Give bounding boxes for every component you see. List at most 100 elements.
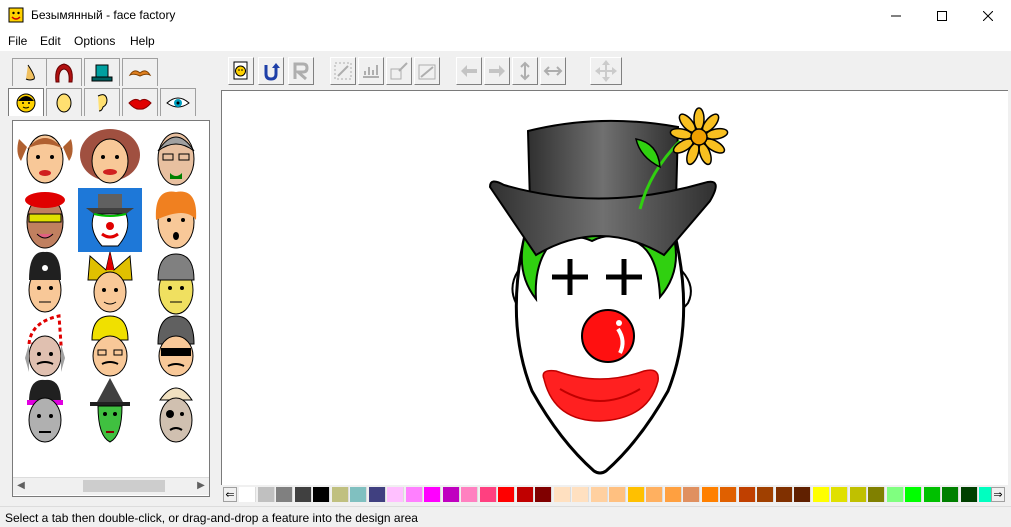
color-swatch[interactable] <box>923 487 941 502</box>
color-swatch[interactable] <box>831 487 848 502</box>
color-swatch[interactable] <box>424 487 441 502</box>
color-swatch[interactable] <box>331 487 349 502</box>
palette-scroll-left-icon[interactable]: ⇐ <box>223 487 237 502</box>
menu-options[interactable]: Options <box>74 34 115 48</box>
new-face-button[interactable] <box>228 57 254 85</box>
tab-moustache[interactable] <box>122 58 158 86</box>
color-swatch[interactable] <box>849 487 867 502</box>
face-curly-hair[interactable] <box>80 129 140 184</box>
color-swatch[interactable] <box>276 487 293 502</box>
color-swatch[interactable] <box>646 487 663 502</box>
flip-vertical-button[interactable] <box>512 57 538 85</box>
design-area[interactable] <box>221 90 1008 485</box>
face-grey-cap[interactable] <box>157 253 195 315</box>
flip-horizontal-button[interactable] <box>540 57 566 85</box>
close-button[interactable] <box>965 0 1011 31</box>
move-all-button[interactable] <box>590 57 622 85</box>
shrink-button[interactable] <box>386 57 412 85</box>
face-witch[interactable] <box>90 378 130 443</box>
color-swatch[interactable] <box>905 487 922 502</box>
color-swatch[interactable] <box>405 487 423 502</box>
tab-ear[interactable] <box>84 88 120 116</box>
redo-button[interactable] <box>288 57 314 85</box>
color-swatch[interactable] <box>239 487 256 502</box>
face-pigtails[interactable] <box>17 134 73 184</box>
minimize-button[interactable] <box>873 0 919 31</box>
status-bar: Select a tab then double-click, or drag-… <box>0 506 1011 527</box>
color-swatch[interactable] <box>350 487 367 502</box>
face-goggles[interactable] <box>157 315 195 377</box>
hat-icon <box>91 64 113 81</box>
face-red-beret-sunglasses[interactable] <box>25 192 65 249</box>
face-orange-hair[interactable] <box>155 191 197 249</box>
undo-icon <box>264 63 280 81</box>
scrollbar-thumb[interactable] <box>83 480 165 492</box>
color-swatch[interactable] <box>757 487 774 502</box>
color-swatch[interactable] <box>257 487 275 502</box>
scale-up-button[interactable] <box>358 57 384 85</box>
color-swatch[interactable] <box>794 487 811 502</box>
menu-edit[interactable]: Edit <box>40 34 61 48</box>
undo-button[interactable] <box>258 57 284 85</box>
tab-eye[interactable] <box>160 88 196 116</box>
gallery-scrollbar[interactable]: ◀ ▶ <box>13 477 209 495</box>
move-left-icon <box>461 65 477 77</box>
color-swatch[interactable] <box>368 487 386 502</box>
scale-up-icon <box>363 65 379 78</box>
color-swatch[interactable] <box>553 487 571 502</box>
color-swatch[interactable] <box>942 487 959 502</box>
color-swatch[interactable] <box>442 487 460 502</box>
palette-scroll-right-icon[interactable]: ⇒ <box>991 487 1005 502</box>
face-police-helmet[interactable] <box>28 251 62 313</box>
color-swatch[interactable] <box>572 487 589 502</box>
color-swatch[interactable] <box>498 487 515 502</box>
face-pirate[interactable] <box>159 387 193 443</box>
color-swatch[interactable] <box>387 487 404 502</box>
color-swatch[interactable] <box>609 487 626 502</box>
head-shape-icon <box>56 93 72 112</box>
menu-help[interactable]: Help <box>130 34 155 48</box>
move-left-button[interactable] <box>456 57 482 85</box>
color-swatch[interactable] <box>812 487 830 502</box>
color-swatch[interactable] <box>738 487 756 502</box>
tab-face[interactable] <box>8 88 44 116</box>
color-swatch[interactable] <box>627 487 645 502</box>
tab-lips[interactable] <box>122 88 158 116</box>
color-swatch[interactable] <box>960 487 978 502</box>
tab-hair[interactable] <box>46 58 82 86</box>
color-swatch[interactable] <box>868 487 885 502</box>
color-swatch[interactable] <box>313 487 330 502</box>
scroll-right-icon[interactable]: ▶ <box>195 480 207 492</box>
face-old-man[interactable] <box>157 132 195 186</box>
title-bar: Безымянный - face factory <box>0 0 1011 31</box>
scale-down-button[interactable] <box>330 57 356 85</box>
redo-icon <box>293 62 309 81</box>
move-right-button[interactable] <box>484 57 510 85</box>
menu-file[interactable]: File <box>8 34 27 48</box>
face-striped-hat[interactable] <box>25 314 65 377</box>
grow-icon <box>418 64 436 80</box>
color-swatch[interactable] <box>701 487 719 502</box>
color-swatch[interactable] <box>535 487 552 502</box>
color-swatch[interactable] <box>886 487 904 502</box>
close-icon <box>983 10 993 21</box>
color-swatch[interactable] <box>516 487 534 502</box>
color-swatch[interactable] <box>590 487 608 502</box>
tab-head-shape[interactable] <box>46 88 82 116</box>
face-punk[interactable] <box>27 379 63 443</box>
face-jester[interactable] <box>87 251 133 313</box>
color-swatch[interactable] <box>294 487 312 502</box>
maximize-button[interactable] <box>919 0 965 31</box>
scroll-left-icon[interactable]: ◀ <box>15 480 27 492</box>
grow-button[interactable] <box>414 57 440 85</box>
color-swatch[interactable] <box>479 487 497 502</box>
color-swatch[interactable] <box>683 487 700 502</box>
tab-hat[interactable] <box>84 58 120 86</box>
eye-icon <box>166 97 190 107</box>
color-swatch[interactable] <box>664 487 682 502</box>
face-yellow-helmet[interactable] <box>91 315 129 377</box>
color-swatch[interactable] <box>461 487 478 502</box>
color-swatch[interactable] <box>775 487 793 502</box>
tab-nose[interactable] <box>12 58 48 86</box>
color-swatch[interactable] <box>720 487 737 502</box>
